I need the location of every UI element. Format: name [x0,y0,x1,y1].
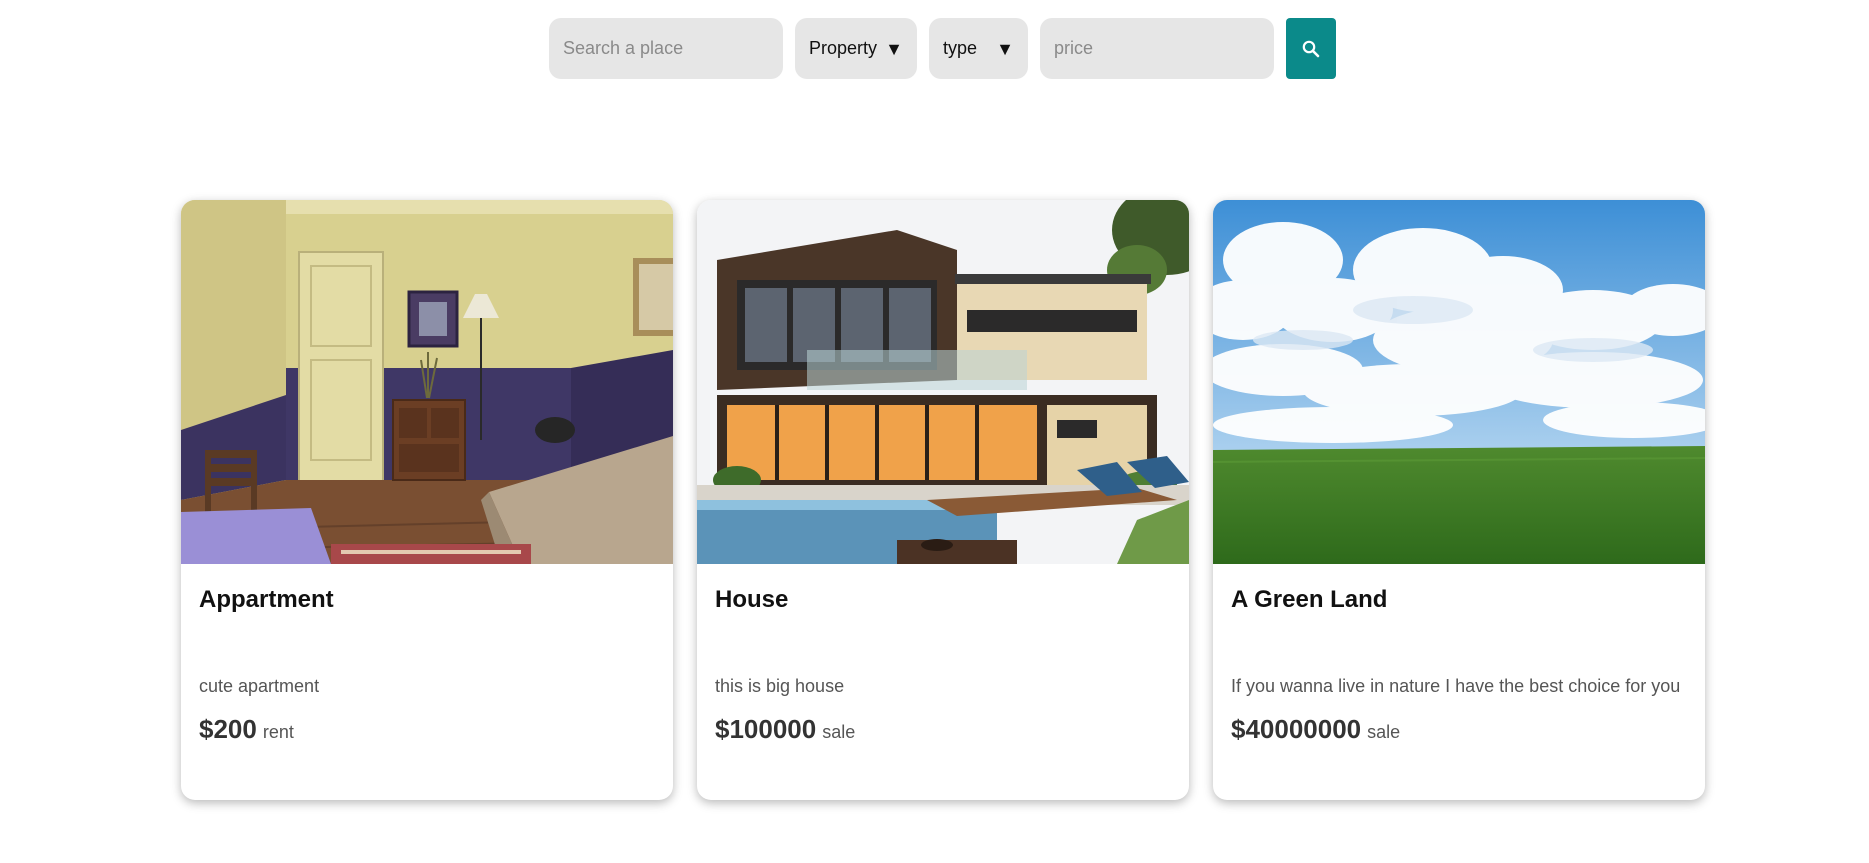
listing-title: House [715,586,789,613]
listing-kind: sale [1367,722,1401,742]
listing-price-row: $200 rent [199,714,655,745]
listing-title: Appartment [199,586,334,613]
listing-description: this is big house [715,676,845,696]
property-select-label: Property [809,38,878,58]
caret-down-icon: ▼ [885,38,903,59]
price-input[interactable] [1054,38,1260,59]
search-button[interactable] [1286,18,1336,79]
place-search-input[interactable] [563,38,769,59]
apartment-room-photo [181,200,673,564]
card-body: A Green Land If you wanna live in nature… [1213,564,1705,745]
listing-card[interactable]: Appartment cute apartment $200 rent [181,200,673,800]
place-search-field[interactable] [549,18,783,79]
green-field-sky-photo [1213,200,1705,564]
price-field[interactable] [1040,18,1274,79]
caret-down-icon: ▼ [996,38,1014,59]
type-select[interactable]: type ▼ [929,18,1028,79]
card-body: House this is big house $100000 sale [697,564,1189,745]
search-icon [1302,40,1320,57]
listing-price: $40000000 [1231,714,1362,744]
listing-description: cute apartment [199,676,320,696]
listing-cards: Appartment cute apartment $200 rent Hous… [181,200,1705,800]
listing-price: $100000 [715,714,817,744]
listing-price: $200 [199,714,257,744]
card-body: Appartment cute apartment $200 rent [181,564,673,745]
type-select-label: type [943,38,978,58]
listing-price-row: $100000 sale [715,714,1171,745]
listing-title: A Green Land [1231,586,1388,613]
listing-card[interactable]: A Green Land If you wanna live in nature… [1213,200,1705,800]
property-select[interactable]: Property ▼ [795,18,917,79]
listing-description: If you wanna live in nature I have the b… [1231,676,1681,696]
listing-card[interactable]: House this is big house $100000 sale [697,200,1189,800]
modern-house-pool-photo [697,200,1189,564]
search-bar: Property ▼ type ▼ [549,18,1336,79]
listing-price-row: $40000000 sale [1231,714,1687,745]
listing-kind: sale [822,722,856,742]
listing-kind: rent [262,722,294,742]
